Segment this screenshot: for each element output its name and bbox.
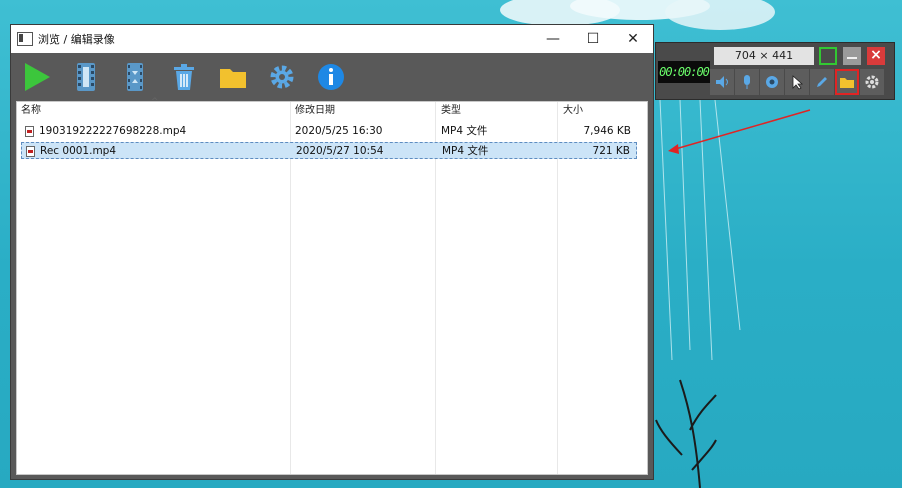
title-bar[interactable]: 浏览 / 编辑录像 — ☐ ✕ (11, 25, 653, 53)
film-convert-icon (127, 63, 143, 91)
microphone-button[interactable] (735, 69, 759, 95)
mp4-file-icon (26, 146, 35, 157)
maximize-button[interactable]: ☐ (573, 25, 613, 53)
capture-area-button[interactable] (819, 47, 837, 65)
microphone-icon (744, 75, 750, 89)
play-icon (25, 63, 50, 91)
cursor-button[interactable] (785, 69, 809, 95)
app-icon (17, 32, 33, 46)
window-title: 浏览 / 编辑录像 (38, 33, 115, 46)
window-controls: — ☐ ✕ (533, 25, 653, 53)
cursor-icon (792, 75, 804, 90)
recorder-close-button[interactable]: × (867, 47, 885, 65)
trash-icon (174, 64, 194, 90)
folder-icon (840, 78, 854, 88)
browse-edit-window: 浏览 / 编辑录像 — ☐ ✕ ^ 名称 修改日期 类型 大小 19031922… (10, 24, 654, 480)
recorder-toolbar (710, 69, 885, 95)
capture-dimensions[interactable]: 704 × 441 (714, 47, 814, 65)
webcam-icon (766, 76, 778, 88)
file-size: 721 KB (592, 145, 630, 157)
folder-icon (220, 69, 246, 88)
mp4-file-icon (25, 126, 34, 137)
minimize-button[interactable]: — (533, 25, 573, 53)
file-name: Rec 0001.mp4 (40, 145, 117, 157)
edit-video-button[interactable] (70, 60, 102, 94)
column-header-name[interactable]: 名称 (21, 102, 41, 120)
file-modified: 2020/5/25 16:30 (295, 125, 383, 137)
main-toolbar (11, 53, 653, 101)
column-header-modified[interactable]: 修改日期 (295, 102, 335, 120)
convert-video-button[interactable] (119, 60, 151, 94)
recorder-settings-button[interactable] (860, 69, 884, 95)
recording-timer: 00:00:00 (658, 61, 710, 83)
file-type: MP4 文件 (442, 145, 489, 157)
file-row-selected[interactable]: Rec 0001.mp4 2020/5/27 10:54 MP4 文件 721 … (21, 142, 637, 159)
file-type: MP4 文件 (441, 125, 488, 137)
file-row[interactable]: 190319222227698228.mp4 2020/5/25 16:30 M… (21, 123, 637, 140)
column-header-size[interactable]: 大小 (563, 102, 583, 120)
gear-icon (865, 75, 879, 89)
open-folder-button[interactable] (835, 69, 859, 95)
film-edit-icon (77, 63, 95, 91)
close-button[interactable]: ✕ (613, 25, 653, 53)
open-folder-toolbar-button[interactable] (217, 60, 249, 94)
speaker-icon (716, 76, 728, 88)
info-icon (318, 64, 344, 90)
gear-icon (270, 65, 294, 89)
delete-button[interactable] (168, 60, 200, 94)
webcam-button[interactable] (760, 69, 784, 95)
file-name: 190319222227698228.mp4 (39, 125, 187, 137)
recorder-minimize-button[interactable] (843, 47, 861, 65)
pen-icon (817, 77, 827, 87)
pen-button[interactable] (810, 69, 834, 95)
speaker-button[interactable] (710, 69, 734, 95)
file-modified: 2020/5/27 10:54 (296, 145, 384, 157)
info-button[interactable] (315, 60, 347, 94)
sort-caret-icon: ^ (151, 97, 159, 107)
play-button[interactable] (21, 60, 53, 94)
settings-button[interactable] (266, 60, 298, 94)
file-list: ^ 名称 修改日期 类型 大小 190319222227698228.mp4 2… (16, 97, 648, 475)
column-header-type[interactable]: 类型 (441, 102, 461, 120)
recorder-panel: 00:00:00 704 × 441 × (655, 42, 895, 100)
file-size: 7,946 KB (583, 125, 632, 137)
